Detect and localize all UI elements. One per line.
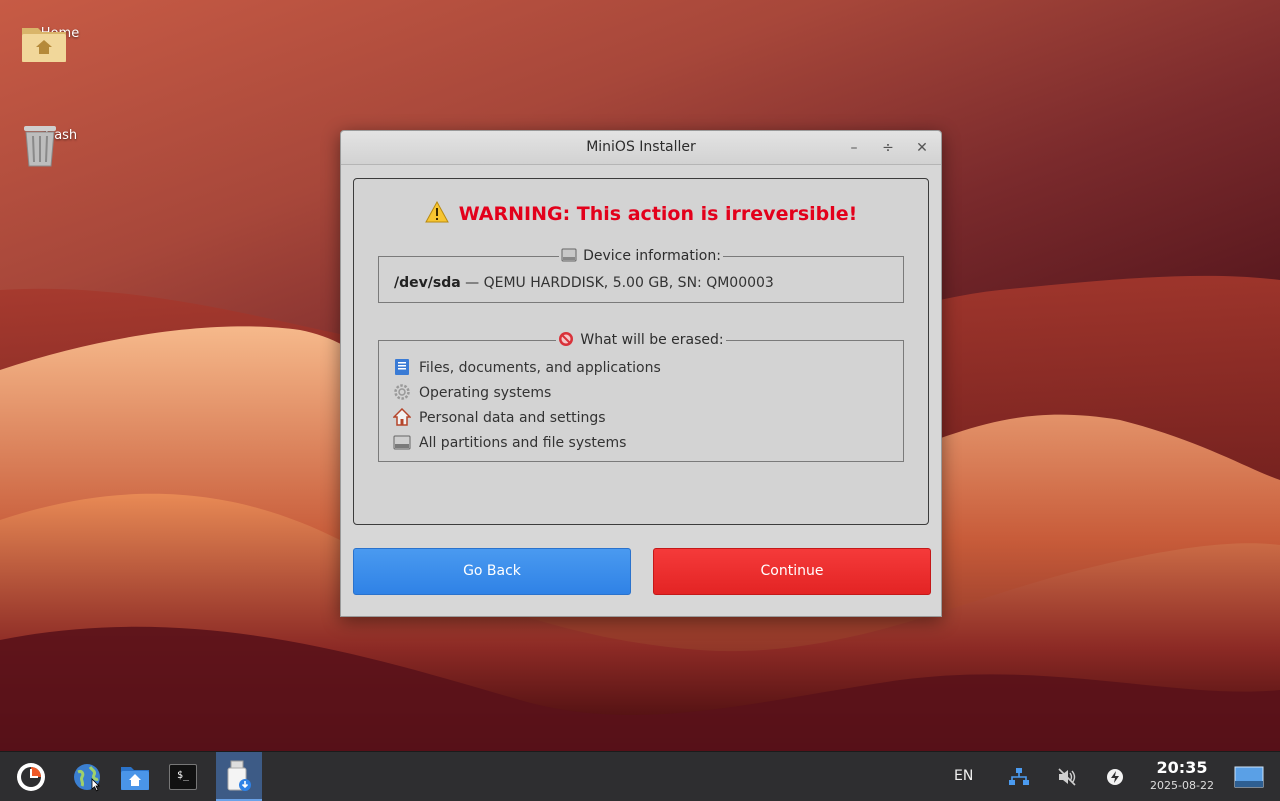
erase-group: What will be erased: Files, documents, a… [378, 332, 904, 462]
terminal-button[interactable]: $_ [160, 752, 206, 801]
keyboard-layout-indicator[interactable]: EN [954, 768, 973, 784]
terminal-icon: $_ [169, 763, 197, 790]
device-path: /dev/sda [394, 275, 461, 291]
window-titlebar[interactable]: MiniOS Installer – ÷ ✕ [341, 131, 941, 165]
erase-group-title: What will be erased: [379, 331, 903, 348]
continue-button[interactable]: Continue [653, 548, 931, 595]
installer-window: MiniOS Installer – ÷ ✕ WARNING: This act… [340, 130, 942, 617]
start-menu-button[interactable] [8, 752, 54, 801]
home-icon [393, 408, 411, 426]
power-tray-button[interactable] [1092, 752, 1138, 801]
show-desktop-button[interactable] [1226, 752, 1272, 801]
forbidden-icon [559, 332, 574, 346]
desktop-icon-home[interactable]: Home [20, 20, 100, 62]
volume-tray-button[interactable] [1044, 752, 1090, 801]
clock-time[interactable]: 20:35 [1146, 758, 1218, 777]
desktop-icon [1234, 766, 1264, 787]
trash-icon [24, 126, 56, 167]
folder-home-icon [121, 766, 149, 790]
erase-item: All partitions and file systems [393, 433, 626, 451]
network-icon [1009, 767, 1029, 785]
warning-heading: WARNING: This action is irreversible! [354, 201, 928, 225]
browser-button[interactable] [64, 752, 110, 801]
close-button[interactable]: ✕ [911, 137, 933, 159]
device-info-group: Device information: /dev/sda — QEMU HARD… [378, 248, 904, 303]
content-panel: WARNING: This action is irreversible! De… [353, 178, 929, 525]
gear-icon [394, 384, 410, 400]
drive-icon [393, 435, 411, 450]
file-manager-button[interactable] [112, 752, 158, 801]
volume-muted-icon [1058, 767, 1076, 786]
network-tray-button[interactable] [996, 752, 1042, 801]
clock-date[interactable]: 2025-08-22 [1146, 779, 1218, 792]
erase-item: Personal data and settings [393, 408, 606, 426]
erase-item: Operating systems [393, 383, 551, 401]
power-icon [1107, 768, 1123, 785]
warning-text: WARNING: This action is irreversible! [458, 203, 858, 225]
go-back-button[interactable]: Go Back [353, 548, 631, 595]
usb-install-icon [227, 760, 251, 791]
drive-icon [561, 248, 577, 262]
globe-icon [74, 763, 100, 791]
home-folder-icon [22, 28, 66, 62]
device-details: — QEMU HARDDISK, 5.00 GB, SN: QM00003 [460, 275, 774, 291]
installer-taskbar-button[interactable] [216, 752, 262, 801]
taskbar: $_ EN 20:35 2025-08-22 [0, 751, 1280, 801]
minimize-button[interactable]: – [843, 137, 865, 159]
erase-item: Files, documents, and applications [393, 358, 661, 376]
document-icon [395, 359, 409, 375]
start-icon [17, 762, 45, 791]
device-info-title: Device information: [379, 247, 903, 264]
warning-icon [424, 201, 449, 223]
desktop-icon-trash[interactable]: Trash [20, 122, 100, 167]
device-line: /dev/sda — QEMU HARDDISK, 5.00 GB, SN: Q… [394, 275, 774, 291]
maximize-button[interactable]: ÷ [877, 137, 899, 159]
